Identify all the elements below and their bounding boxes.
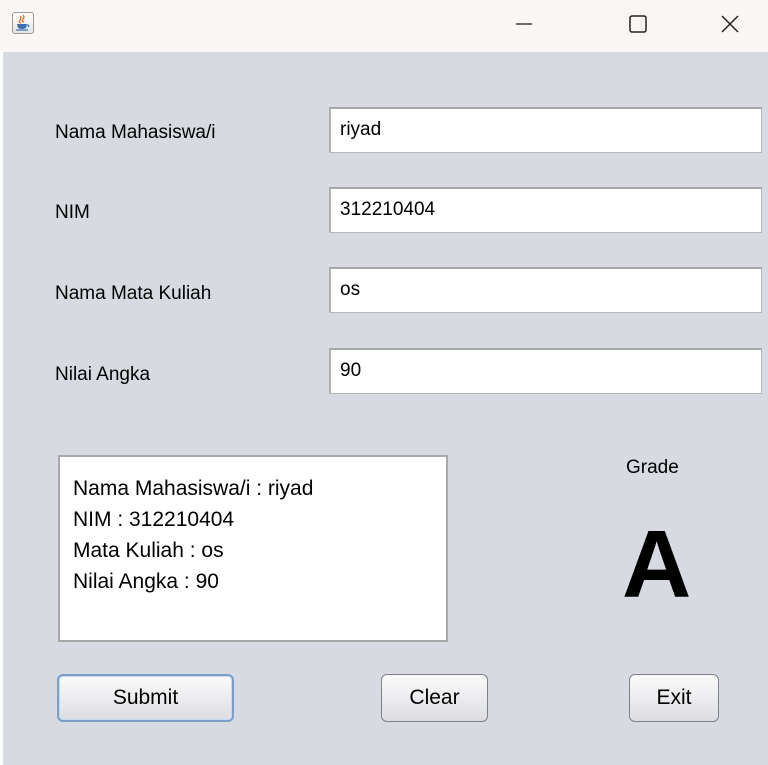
summary-line-course: Mata Kuliah : os bbox=[73, 539, 224, 562]
grade-value: A bbox=[622, 511, 692, 618]
java-cup-icon[interactable] bbox=[12, 12, 34, 34]
clear-button[interactable]: Clear bbox=[381, 674, 488, 722]
course-name-label: Nama Mata Kuliah bbox=[55, 283, 212, 304]
score-input[interactable]: 90 bbox=[329, 348, 762, 394]
summary-line-score: Nilai Angka : 90 bbox=[73, 570, 219, 593]
student-name-label: Nama Mahasiswa/i bbox=[55, 122, 216, 143]
maximize-icon bbox=[629, 15, 647, 33]
submit-button[interactable]: Submit bbox=[57, 674, 234, 722]
summary-line-name: Nama Mahasiswa/i : riyad bbox=[73, 477, 314, 500]
summary-textarea[interactable]: Nama Mahasiswa/i : riyad NIM : 312210404… bbox=[58, 455, 448, 642]
close-button[interactable] bbox=[700, 0, 760, 48]
app-window: Nama Mahasiswa/i riyad NIM 312210404 Nam… bbox=[0, 0, 768, 765]
content-panel bbox=[3, 52, 768, 765]
close-icon bbox=[721, 15, 739, 33]
exit-button[interactable]: Exit bbox=[629, 674, 719, 722]
maximize-button[interactable] bbox=[608, 0, 668, 48]
minimize-button[interactable] bbox=[494, 0, 554, 48]
title-bar bbox=[0, 0, 768, 52]
nim-input[interactable]: 312210404 bbox=[329, 187, 762, 233]
grade-label: Grade bbox=[626, 457, 679, 478]
nim-label: NIM bbox=[55, 202, 90, 223]
summary-line-nim: NIM : 312210404 bbox=[73, 508, 235, 531]
minimize-icon bbox=[516, 23, 532, 25]
score-label: Nilai Angka bbox=[55, 364, 151, 385]
course-name-input[interactable]: os bbox=[329, 267, 762, 313]
student-name-input[interactable]: riyad bbox=[329, 107, 762, 153]
